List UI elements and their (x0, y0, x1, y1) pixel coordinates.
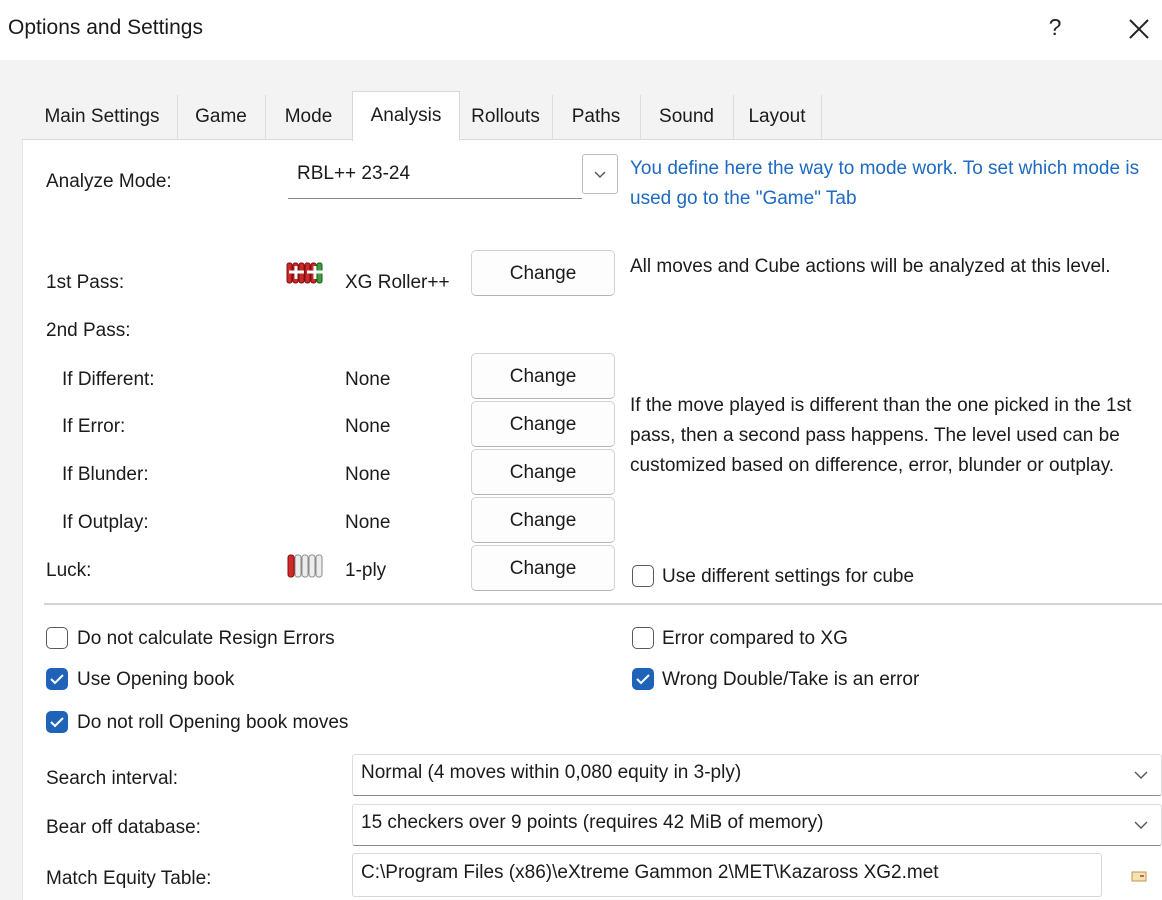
if-blunder-label: If Blunder: (62, 464, 149, 485)
chevron-down-icon (594, 171, 606, 178)
checkmark-icon (636, 674, 650, 685)
first-pass-value: XG Roller++ (345, 272, 450, 293)
wrong-double-checkbox[interactable] (632, 668, 654, 690)
luck-value: 1-ply (345, 560, 387, 581)
tab-main-settings[interactable]: Main Settings (27, 95, 178, 139)
if-blunder-change-button[interactable]: Change (471, 449, 615, 495)
met-label: Match Equity Table: (46, 868, 212, 889)
met-path-input[interactable] (361, 862, 1091, 884)
cube-settings-label: Use different settings for cube (662, 566, 915, 587)
first-pass-label: 1st Pass: (46, 272, 125, 293)
if-different-value: None (345, 369, 391, 390)
error-vs-xg-checkbox[interactable] (632, 627, 654, 649)
folder-icon (1131, 871, 1147, 882)
if-error-value: None (345, 416, 391, 437)
if-outplay-label: If Outplay: (62, 512, 149, 533)
second-pass-description: If the move played is different than the… (630, 395, 1132, 476)
first-pass-description: All moves and Cube actions will be analy… (630, 256, 1111, 277)
no-roll-opening-label: Do not roll Opening book moves (77, 712, 349, 733)
section-divider (44, 603, 1162, 606)
analyze-mode-label: Analyze Mode: (46, 171, 172, 192)
resign-errors-checkbox[interactable] (46, 627, 68, 649)
cube-settings-checkbox[interactable] (632, 565, 654, 587)
if-blunder-value: None (345, 464, 391, 485)
no-roll-opening-checkbox[interactable] (46, 711, 68, 733)
close-icon (1129, 19, 1149, 39)
tab-game[interactable]: Game (177, 95, 266, 139)
wrong-double-label: Wrong Double/Take is an error (662, 669, 920, 690)
chevron-down-icon (1123, 756, 1159, 794)
search-interval-label: Search interval: (46, 768, 179, 789)
bear-off-value: 15 checkers over 9 points (requires 42 M… (361, 812, 824, 833)
resign-errors-label: Do not calculate Resign Errors (77, 628, 335, 649)
bear-off-label: Bear off database: (46, 817, 201, 838)
analyze-mode-dropdown-button[interactable] (582, 154, 618, 194)
chevron-down-icon (1123, 806, 1159, 844)
luck-change-button[interactable]: Change (471, 545, 615, 591)
help-button[interactable]: ? (1042, 14, 1068, 44)
one-ply-icon (286, 553, 330, 584)
browse-button[interactable] (1124, 862, 1154, 888)
window-title: Options and Settings (8, 16, 203, 39)
analyze-mode-select[interactable]: RBL++ 23-24 (288, 154, 582, 199)
if-error-label: If Error: (62, 416, 126, 437)
analyze-mode-hint: You define here the way to mode work. To… (630, 158, 1140, 209)
tab-rollouts[interactable]: Rollouts (459, 95, 553, 139)
close-button[interactable] (1124, 10, 1154, 46)
roller-plus-plus-icon (286, 260, 330, 291)
tab-layout[interactable]: Layout (733, 95, 822, 139)
if-different-change-button[interactable]: Change (471, 353, 615, 399)
luck-label: Luck: (46, 560, 92, 581)
bear-off-select[interactable]: 15 checkers over 9 points (requires 42 M… (352, 804, 1162, 846)
analyze-mode-value: RBL++ 23-24 (297, 163, 411, 184)
opening-book-checkbox[interactable] (46, 668, 68, 690)
tab-sound[interactable]: Sound (640, 95, 734, 139)
opening-book-label: Use Opening book (77, 669, 235, 690)
tab-paths[interactable]: Paths (552, 95, 641, 139)
search-interval-select[interactable]: Normal (4 moves within 0,080 equity in 3… (352, 754, 1162, 796)
search-interval-value: Normal (4 moves within 0,080 equity in 3… (361, 762, 742, 783)
met-path-field[interactable] (352, 853, 1102, 897)
checkmark-icon (50, 674, 64, 685)
if-error-change-button[interactable]: Change (471, 401, 615, 447)
error-vs-xg-label: Error compared to XG (662, 628, 848, 649)
tab-analysis[interactable]: Analysis (352, 91, 460, 141)
if-outplay-change-button[interactable]: Change (471, 497, 615, 543)
tab-mode[interactable]: Mode (265, 95, 352, 139)
checkmark-icon (50, 717, 64, 728)
second-pass-label: 2nd Pass: (46, 320, 131, 341)
if-outplay-value: None (345, 512, 391, 533)
if-different-label: If Different: (62, 369, 155, 390)
first-pass-change-button[interactable]: Change (471, 250, 615, 296)
